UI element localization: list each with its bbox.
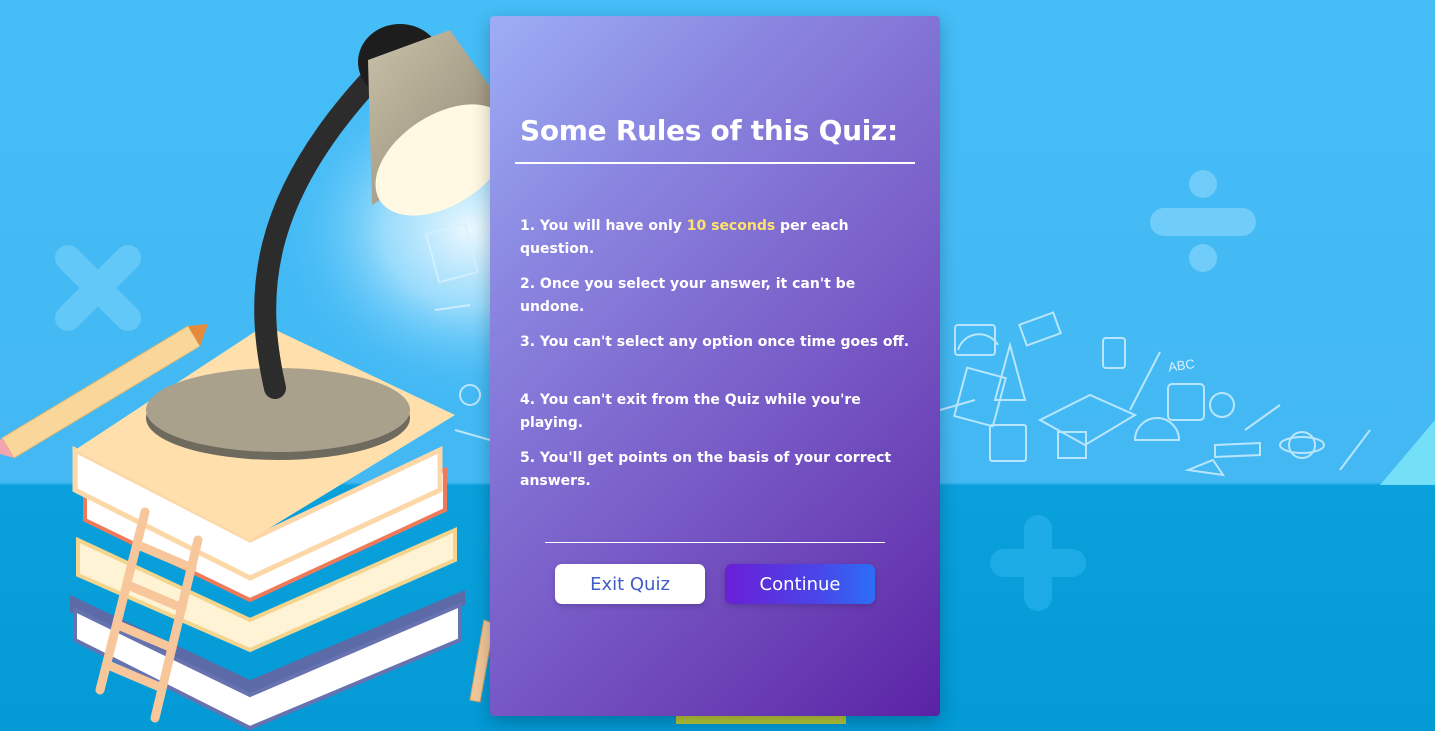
- footer-divider: [545, 542, 885, 543]
- multiply-icon: [55, 245, 141, 331]
- exit-quiz-button[interactable]: Exit Quiz: [555, 564, 705, 604]
- rule-item-5: 5. You'll get points on the basis of you…: [520, 450, 892, 489]
- book-edge-illustration: [676, 716, 846, 724]
- rule-item-3: 3. You can't select any option once time…: [520, 334, 910, 350]
- rule-item-4: 4. You can't exit from the Quiz while yo…: [520, 392, 861, 431]
- rule-text: 1. You will have only: [520, 218, 687, 234]
- doodle-text-abc: ABC: [1167, 356, 1196, 375]
- continue-button[interactable]: Continue: [725, 564, 875, 604]
- rules-card: Some Rules of this Quiz: 1. You will hav…: [490, 16, 940, 716]
- title-divider: [515, 162, 915, 164]
- rules-title: Some Rules of this Quiz:: [520, 114, 898, 147]
- rule-item-1: 1. You will have only 10 seconds per eac…: [520, 215, 915, 261]
- plus-icon: [990, 515, 1086, 611]
- set-square-illustration: [1380, 420, 1435, 485]
- rule-item-2: 2. Once you select your answer, it can't…: [520, 276, 856, 315]
- divide-icon: [1150, 170, 1256, 272]
- rule-highlight: 10 seconds: [686, 218, 776, 234]
